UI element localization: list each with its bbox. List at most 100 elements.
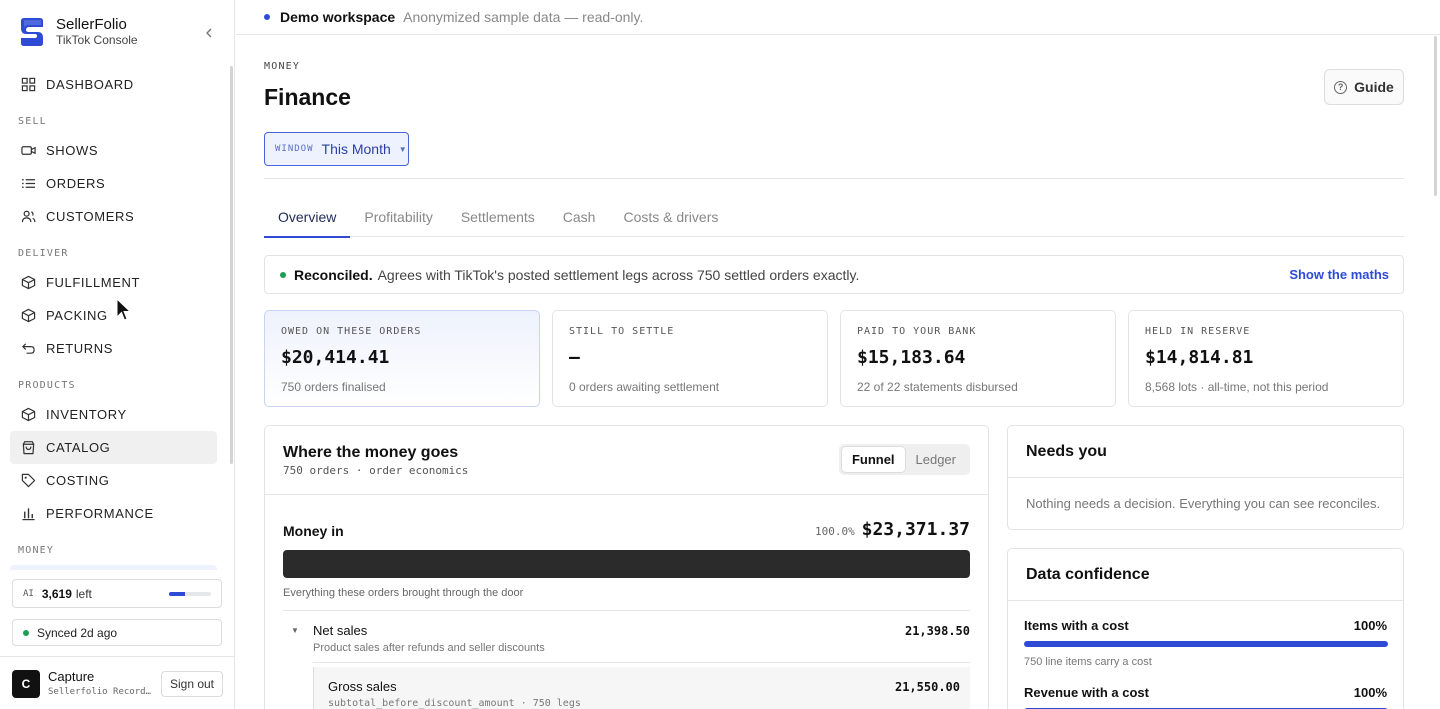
sidebar-scrollbar[interactable] xyxy=(230,66,233,464)
avatar[interactable]: C xyxy=(12,670,40,698)
kpi-still-to-settle[interactable]: STILL TO SETTLE — 0 orders awaiting sett… xyxy=(552,310,828,407)
show-maths-link[interactable]: Show the maths xyxy=(1289,267,1389,282)
caret-down-icon[interactable]: ▼ xyxy=(291,626,299,635)
sidebar-item-label: PACKING xyxy=(46,308,108,323)
money-in-desc: Everything these orders brought through … xyxy=(283,587,524,599)
nav-section-products: PRODUCTS xyxy=(18,380,76,391)
brand[interactable]: SellerFolio TikTok Console xyxy=(18,16,138,48)
page-title: Finance xyxy=(264,84,351,110)
mouse-cursor-icon xyxy=(116,298,132,321)
kpi-value: — xyxy=(569,347,580,368)
nav-section-deliver: DELIVER xyxy=(18,248,69,259)
sidebar-item-catalog[interactable]: CATALOG xyxy=(10,431,217,464)
confidence-pct: 100% xyxy=(1353,618,1387,633)
box-icon xyxy=(20,407,36,423)
ai-credits[interactable]: AI 3,619 left xyxy=(12,579,222,608)
grid-icon xyxy=(20,77,36,93)
bag-icon xyxy=(20,440,36,456)
tag-icon xyxy=(20,473,36,489)
sidebar-item-returns[interactable]: RETURNS xyxy=(10,332,217,365)
sidebar: SellerFolio TikTok Console DASHBOARD SELL… xyxy=(0,0,235,709)
kpi-label: OWED ON THESE ORDERS xyxy=(281,326,422,337)
kpi-label: STILL TO SETTLE xyxy=(569,326,675,337)
sidebar-item-label: ORDERS xyxy=(46,176,106,191)
tab-profitability[interactable]: Profitability xyxy=(350,196,446,237)
reconciled-status: Reconciled. xyxy=(294,266,373,283)
confidence-row: Revenue with a cost 100% xyxy=(1008,668,1403,709)
kpi-row: OWED ON THESE ORDERS $20,414.41 750 orde… xyxy=(264,310,1404,407)
user-email: Sellerfolio Recorder xyxy=(48,687,152,697)
sidebar-item-inventory[interactable]: INVENTORY xyxy=(10,398,217,431)
page-eyebrow: MONEY xyxy=(264,61,301,72)
demo-banner: Demo workspace Anonymized sample data — … xyxy=(236,0,1440,35)
confidence-label: Revenue with a cost xyxy=(1024,685,1149,700)
guide-button[interactable]: ? Guide xyxy=(1324,69,1404,105)
gross-sales-amount: 21,550.00 xyxy=(894,680,960,694)
divider xyxy=(313,662,970,663)
sidebar-item-packing[interactable]: PACKING xyxy=(10,299,217,332)
sidebar-item-money-peek[interactable] xyxy=(10,565,217,570)
brand-subtitle: TikTok Console xyxy=(56,33,138,47)
sidebar-item-costing[interactable]: COSTING xyxy=(10,464,217,497)
ledger-toggle[interactable]: Ledger xyxy=(905,447,968,472)
sidebar-item-dashboard[interactable]: DASHBOARD xyxy=(10,68,217,101)
confidence-label: Items with a cost xyxy=(1024,618,1129,633)
sidebar-item-label: SHOWS xyxy=(46,143,99,158)
sidebar-item-customers[interactable]: CUSTOMERS xyxy=(10,200,217,233)
chevron-left-icon[interactable] xyxy=(202,26,216,40)
tab-costs-drivers[interactable]: Costs & drivers xyxy=(609,196,732,237)
data-confidence-title: Data confidence xyxy=(1008,549,1403,601)
window-select[interactable]: WINDOW This Month ▼ xyxy=(264,132,409,166)
sidebar-item-performance[interactable]: PERFORMANCE xyxy=(10,497,217,530)
confidence-row: Items with a cost 100% 750 line items carr… xyxy=(1008,601,1403,668)
confidence-note: 750 line items carry a cost xyxy=(1024,656,1152,668)
money-card-header: Where the money goes 750 orders · order … xyxy=(265,426,988,495)
box-icon xyxy=(20,308,36,324)
help-icon: ? xyxy=(1334,80,1348,94)
kpi-value: $15,183.64 xyxy=(857,347,966,368)
sellerfolio-logo-icon xyxy=(21,18,43,46)
banner-subtitle: Anonymized sample data — read-only. xyxy=(403,9,644,25)
money-in-amount: $23,371.37 xyxy=(861,519,970,540)
guide-label: Guide xyxy=(1354,79,1394,95)
sidebar-nav: DASHBOARD SELL SHOWS ORDERS CUSTOMERS DELIVER… xyxy=(10,68,217,563)
reconciled-banner: Reconciled. Agrees with TikTok's posted … xyxy=(264,255,1404,294)
money-in-label: Money in xyxy=(283,523,344,539)
reconciled-text: Agrees with TikTok's posted settlement l… xyxy=(377,266,860,283)
sync-status[interactable]: Synced 2d ago xyxy=(12,619,222,646)
tab-overview[interactable]: Overview xyxy=(264,196,351,238)
data-confidence-card: Data confidence Items with a cost 100% 750… xyxy=(1007,548,1404,709)
kpi-owed[interactable]: OWED ON THESE ORDERS $20,414.41 750 orde… xyxy=(264,310,540,407)
needs-you-card: Needs you Nothing needs a decision. Ever… xyxy=(1007,425,1404,530)
money-in-bar[interactable] xyxy=(283,550,970,578)
sidebar-item-fulfillment[interactable]: FULFILLMENT xyxy=(10,266,217,299)
money-flow-card: Where the money goes 750 orders · order … xyxy=(264,425,989,709)
ai-credits-fill xyxy=(169,592,185,596)
confidence-rows: Items with a cost 100% 750 line items carr… xyxy=(1008,601,1403,709)
sign-out-button[interactable]: Sign out xyxy=(161,671,223,697)
money-card-title: Where the money goes xyxy=(283,444,459,461)
sidebar-item-label: FULFILLMENT xyxy=(46,275,141,290)
tab-cash[interactable]: Cash xyxy=(549,196,610,237)
funnel-toggle[interactable]: Funnel xyxy=(842,447,905,472)
sidebar-item-orders[interactable]: ORDERS xyxy=(10,167,217,200)
kpi-paid-to-bank[interactable]: PAID TO YOUR BANK $15,183.64 22 of 22 st… xyxy=(840,310,1116,407)
banner-dot xyxy=(264,14,270,20)
finance-tabs: Overview Profitability Settlements Cash Cost… xyxy=(264,196,1404,238)
confidence-fill xyxy=(1024,641,1388,647)
net-sales-label[interactable]: Net sales xyxy=(313,623,367,638)
sidebar-item-shows[interactable]: SHOWS xyxy=(10,134,217,167)
sidebar-item-label: INVENTORY xyxy=(46,407,127,422)
kpi-held-in-reserve[interactable]: HELD IN RESERVE $14,814.81 8,568 lots · … xyxy=(1128,310,1404,407)
sidebar-item-label: RETURNS xyxy=(46,341,114,356)
money-card-subtitle: 750 orders · order economics xyxy=(283,464,469,477)
sidebar-item-label: CATALOG xyxy=(46,440,111,455)
tab-settlements[interactable]: Settlements xyxy=(447,196,549,237)
gross-sales-row[interactable]: Gross sales subtotal_before_discount_amo… xyxy=(313,667,970,709)
kpi-note: 750 orders finalised xyxy=(281,380,386,394)
reconciled-dot xyxy=(280,271,286,278)
banner-title: Demo workspace xyxy=(280,9,396,25)
sync-text: Synced 2d ago xyxy=(37,625,118,640)
kpi-note: 22 of 22 statements disbursed xyxy=(857,380,1018,394)
page-scrollbar[interactable] xyxy=(1434,36,1437,196)
